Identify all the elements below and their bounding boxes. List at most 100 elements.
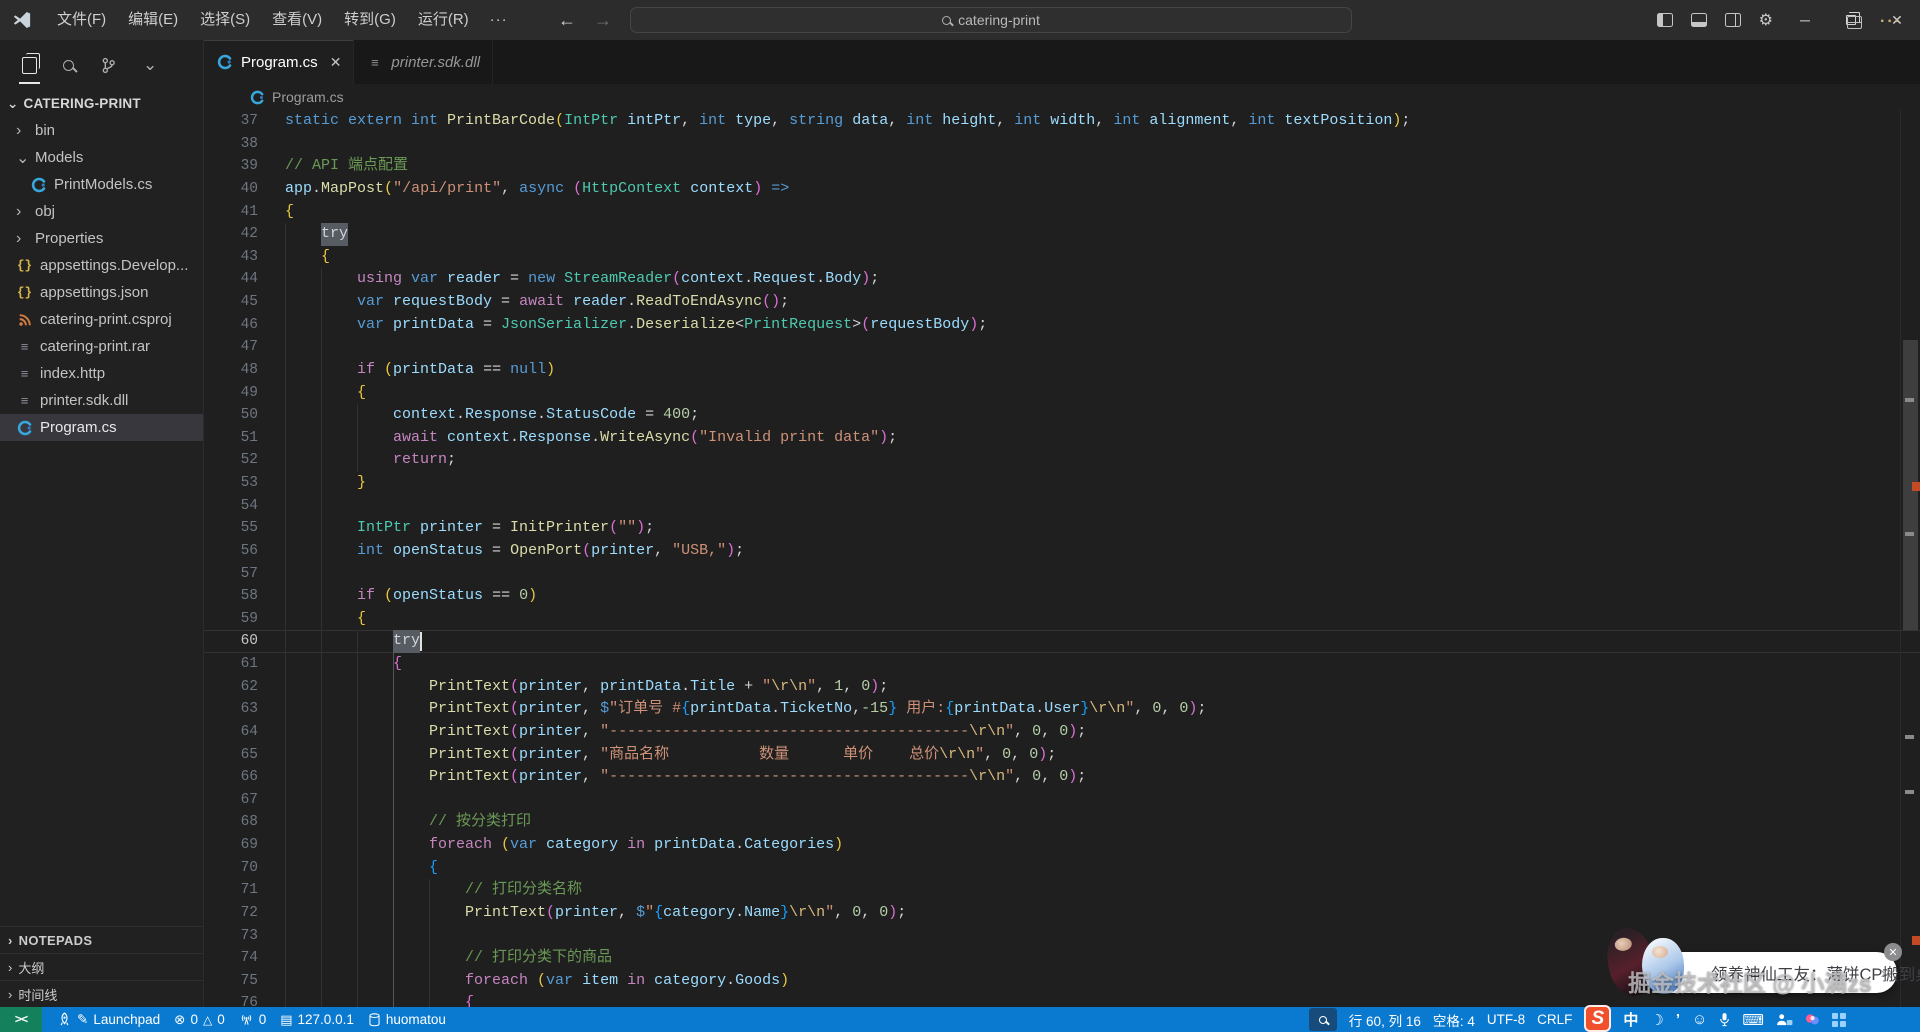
code-line-55[interactable]: 55IntPtr printer = InitPrinter(""); (204, 517, 1920, 540)
menu-item-选择(S)[interactable]: 选择(S) (189, 6, 261, 34)
sidebar-section-NOTEPADS[interactable]: ›NOTEPADS (0, 926, 203, 953)
menu-item-文件(F)[interactable]: 文件(F) (46, 6, 117, 34)
comma-icon[interactable]: ’ (1676, 1011, 1680, 1028)
remote-indicator[interactable]: >< (0, 1007, 42, 1032)
source-control-icon[interactable] (100, 50, 117, 80)
code-line-38[interactable]: 38 (204, 133, 1920, 156)
code-line-46[interactable]: 46var printData = JsonSerializer.Deseria… (204, 314, 1920, 337)
search-view-icon[interactable] (63, 50, 74, 80)
code-line-60[interactable]: 60try (204, 630, 1920, 653)
tab-Program.cs[interactable]: Program.cs✕ (204, 40, 354, 84)
code-line-37[interactable]: 37static extern int PrintBarCode(IntPtr … (204, 110, 1920, 133)
code-line-61[interactable]: 61{ (204, 653, 1920, 676)
menu-more[interactable]: ··· (480, 6, 518, 34)
code-line-45[interactable]: 45var requestBody = await reader.ReadToE… (204, 291, 1920, 314)
code-line-58[interactable]: 58if (openStatus == 0) (204, 585, 1920, 608)
split-editor-icon[interactable] (1847, 16, 1862, 29)
tree-item-index.http[interactable]: ≡index.http (0, 360, 203, 387)
toggle-secondary-sidebar-icon[interactable] (1725, 13, 1741, 27)
tab-printer.sdk.dll[interactable]: ≡printer.sdk.dll (354, 40, 493, 84)
toggle-sidebar-icon[interactable] (1657, 13, 1673, 27)
explorer-icon[interactable] (22, 50, 37, 80)
code-line-49[interactable]: 49{ (204, 382, 1920, 405)
code-line-42[interactable]: 42try (204, 223, 1920, 246)
code-line-66[interactable]: 66PrintText(printer, "------------------… (204, 766, 1920, 789)
server-item[interactable]: ▤ 127.0.0.1 (273, 1007, 361, 1032)
more-views-icon[interactable]: ⌄ (143, 50, 157, 80)
code-line-44[interactable]: 44using var reader = new StreamReader(co… (204, 268, 1920, 291)
problems-item[interactable]: ⊗ 0 △ 0 (167, 1007, 232, 1032)
tree-item-catering-print.rar[interactable]: ≡catering-print.rar (0, 333, 203, 360)
tree-item-appsettings.json[interactable]: {}appsettings.json (0, 279, 203, 306)
code-line-41[interactable]: 41{ (204, 201, 1920, 224)
tree-item-Models[interactable]: ⌄Models (0, 144, 203, 171)
code-line-62[interactable]: 62PrintText(printer, printData.Title + "… (204, 676, 1920, 699)
smiley-icon[interactable]: ☺ (1692, 1011, 1707, 1028)
sogou-ime-icon[interactable]: S (1584, 1005, 1611, 1032)
ime-language-icon[interactable]: 中 (1623, 1009, 1638, 1030)
indent-setting[interactable]: 空格: 4 (1433, 1010, 1475, 1030)
code-line-47[interactable]: 47 (204, 336, 1920, 359)
menu-item-运行(R)[interactable]: 运行(R) (407, 6, 480, 34)
moon-icon[interactable]: ☽ (1650, 1011, 1663, 1029)
menu-item-转到(G)[interactable]: 转到(G) (333, 6, 407, 34)
code-line-52[interactable]: 52return; (204, 449, 1920, 472)
customize-layout-icon[interactable]: ⚙ (1759, 10, 1773, 30)
tab-close-icon[interactable]: ✕ (330, 54, 342, 71)
toggle-panel-icon[interactable] (1691, 13, 1707, 27)
menu-item-编辑(E)[interactable]: 编辑(E) (117, 6, 189, 34)
tree-item-PrintModels.cs[interactable]: PrintModels.cs (0, 171, 203, 198)
code-line-67[interactable]: 67 (204, 789, 1920, 812)
ports-item[interactable]: 0 (232, 1007, 274, 1032)
tree-item-Properties[interactable]: ›Properties (0, 225, 203, 252)
code-line-63[interactable]: 63PrintText(printer, $"订单号 #{printData.T… (204, 698, 1920, 721)
code-line-40[interactable]: 40app.MapPost("/api/print", async (HttpC… (204, 178, 1920, 201)
colorful-pet-icon[interactable] (1805, 1013, 1820, 1027)
chevron-right-icon[interactable]: › (1880, 963, 1886, 983)
code-line-57[interactable]: 57 (204, 563, 1920, 586)
code-line-39[interactable]: 39// API 端点配置 (204, 155, 1920, 178)
code-line-54[interactable]: 54 (204, 495, 1920, 518)
code-line-72[interactable]: 72PrintText(printer, $"{category.Name}\r… (204, 902, 1920, 925)
nav-back-icon[interactable]: ← (558, 10, 576, 31)
editor-scrollbar[interactable] (1900, 110, 1920, 1007)
explorer-root-header[interactable]: ⌄ CATERING-PRINT (0, 90, 203, 117)
code-line-69[interactable]: 69foreach (var category in printData.Cat… (204, 834, 1920, 857)
code-line-43[interactable]: 43{ (204, 246, 1920, 269)
sidebar-section-大纲[interactable]: ›大纲 (0, 953, 203, 980)
code-line-56[interactable]: 56int openStatus = OpenPort(printer, "US… (204, 540, 1920, 563)
banner-close-icon[interactable]: ✕ (1884, 943, 1902, 961)
code-line-53[interactable]: 53} (204, 472, 1920, 495)
code-line-51[interactable]: 51await context.Response.WriteAsync("Inv… (204, 427, 1920, 450)
editor-more-actions-icon[interactable]: ··· (1880, 13, 1902, 31)
cursor-position[interactable]: 行 60, 列 16 (1349, 1010, 1421, 1030)
code-line-65[interactable]: 65PrintText(printer, "商品名称 数量 单价 总价\r\n"… (204, 744, 1920, 767)
microphone-icon[interactable] (1719, 1012, 1730, 1027)
database-item[interactable]: huomatou (361, 1007, 453, 1032)
code-line-50[interactable]: 50context.Response.StatusCode = 400; (204, 404, 1920, 427)
eol-setting[interactable]: CRLF (1537, 1012, 1572, 1027)
tree-item-catering-print.csproj[interactable]: catering-print.csproj (0, 306, 203, 333)
sidebar-section-时间线[interactable]: ›时间线 (0, 980, 203, 1007)
people-icon[interactable] (1776, 1013, 1793, 1026)
editor[interactable]: 37static extern int PrintBarCode(IntPtr … (204, 110, 1920, 1007)
ime-search-box[interactable] (1309, 1008, 1337, 1031)
command-center[interactable]: catering-print (630, 7, 1352, 33)
tree-item-printer.sdk.dll[interactable]: ≡printer.sdk.dll (0, 387, 203, 414)
code-line-48[interactable]: 48if (printData == null) (204, 359, 1920, 382)
code-line-64[interactable]: 64PrintText(printer, "------------------… (204, 721, 1920, 744)
tree-item-Program.cs[interactable]: Program.cs (0, 414, 203, 441)
code-line-71[interactable]: 71// 打印分类名称 (204, 879, 1920, 902)
tree-item-appsettings.Develop...[interactable]: {}appsettings.Develop... (0, 252, 203, 279)
code-line-70[interactable]: 70{ (204, 857, 1920, 880)
keyboard-icon[interactable]: ⌨ (1742, 1011, 1764, 1029)
encoding-setting[interactable]: UTF-8 (1487, 1012, 1525, 1027)
code-line-68[interactable]: 68// 按分类打印 (204, 811, 1920, 834)
breadcrumb[interactable]: Program.cs (204, 84, 1920, 110)
tree-item-obj[interactable]: ›obj (0, 198, 203, 225)
launchpad-item[interactable]: ✎ Launchpad (50, 1007, 167, 1032)
nav-forward-icon[interactable]: → (594, 10, 612, 31)
minimize-button[interactable]: ─ (1782, 0, 1828, 40)
grid-app-icon[interactable] (1832, 1013, 1846, 1027)
tree-item-bin[interactable]: ›bin (0, 117, 203, 144)
